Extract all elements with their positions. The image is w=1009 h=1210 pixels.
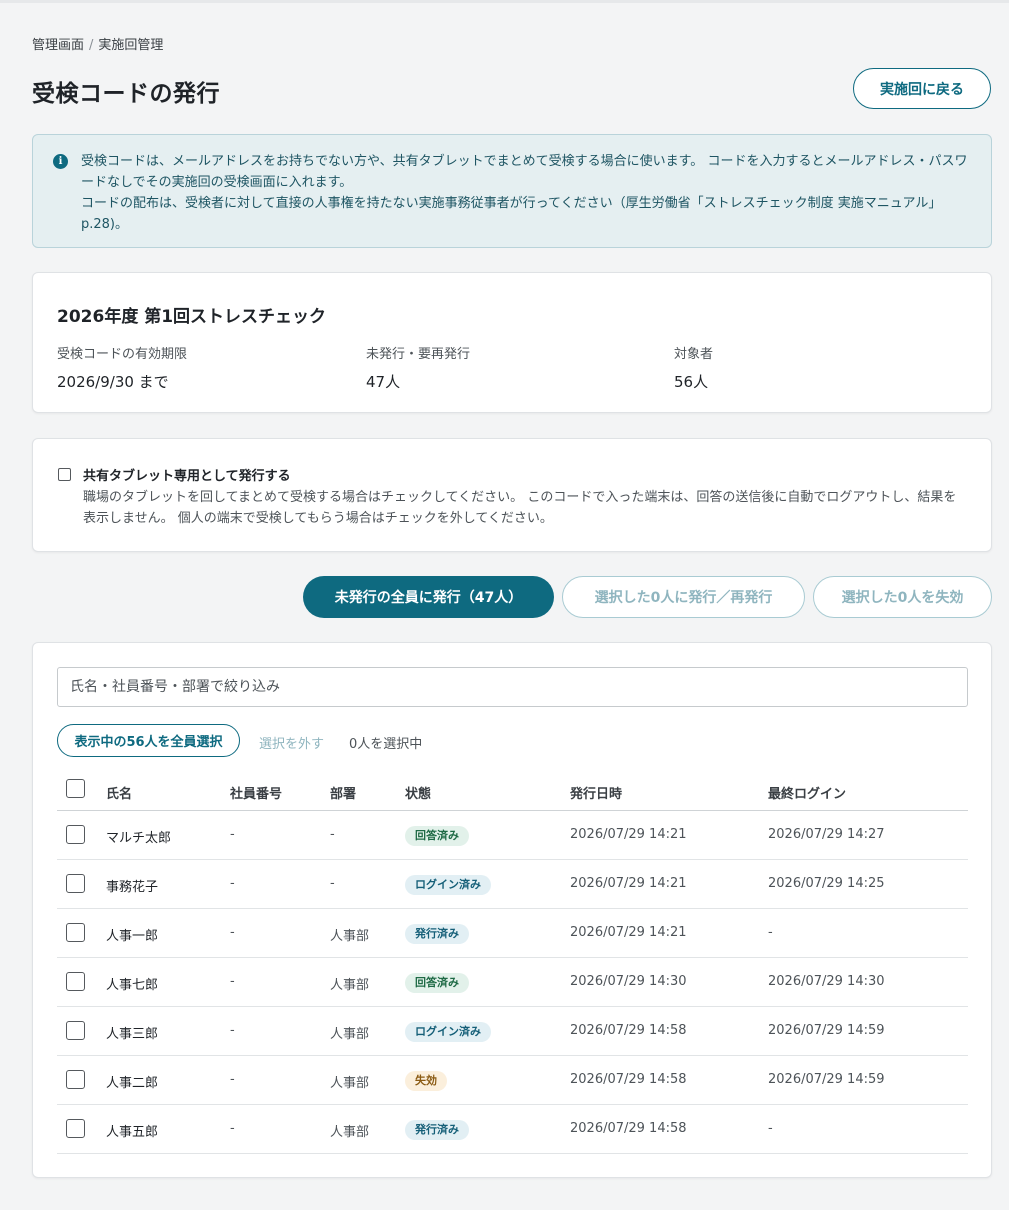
row-checkbox[interactable]: [66, 972, 85, 991]
stat-value: 56人: [674, 373, 709, 391]
cell-department: -: [330, 827, 335, 842]
cell-department: 人事部: [330, 978, 370, 993]
cell-last-login: -: [768, 925, 773, 940]
cell-issued-at: 2026/07/29 14:30: [570, 974, 687, 989]
clear-selection-link[interactable]: 選択を外す: [259, 733, 324, 752]
status-badge: 回答済み: [405, 826, 469, 846]
cell-issued-at: 2026/07/29 14:58: [570, 1121, 687, 1136]
cell-department: 人事部: [330, 1027, 370, 1042]
breadcrumb-item-admin[interactable]: 管理画面: [32, 38, 84, 53]
cell-department: -: [330, 876, 335, 891]
status-badge: 発行済み: [405, 1120, 469, 1140]
cell-name: 人事三郎: [106, 1027, 159, 1042]
cell-department: 人事部: [330, 929, 370, 944]
round-summary-card: 2026年度 第1回ストレスチェック 受検コードの有効期限 2026/9/30 …: [32, 272, 992, 413]
select-all-visible-button[interactable]: 表示中の56人を全員選択: [57, 724, 240, 757]
shared-tablet-checkbox[interactable]: [58, 468, 71, 481]
cell-name: 人事五郎: [106, 1125, 159, 1140]
status-badge: 発行済み: [405, 924, 469, 944]
row-checkbox[interactable]: [66, 1119, 85, 1138]
cell-last-login: 2026/07/29 14:59: [768, 1023, 885, 1038]
stat-value: 2026/9/30 まで: [57, 373, 169, 391]
cell-employee-no: -: [230, 925, 235, 940]
shared-tablet-description: 職場のタブレットを回してまとめて受検する場合はチェックしてください。 このコード…: [83, 490, 957, 526]
table-row[interactable]: マルチ太郎 - - 回答済み 2026/07/29 14:21 2026/07/29 14…: [57, 811, 968, 860]
header-select-all-checkbox[interactable]: [66, 779, 85, 798]
cell-employee-no: -: [230, 876, 235, 891]
row-checkbox[interactable]: [66, 923, 85, 942]
table-header: 氏名 社員番号 部署 状態 発行日時 最終ログイン: [57, 769, 968, 811]
status-badge: 回答済み: [405, 973, 469, 993]
column-header-last-login[interactable]: 最終ログイン: [768, 783, 846, 802]
cell-issued-at: 2026/07/29 14:58: [570, 1023, 687, 1038]
stat-label: 対象者: [674, 347, 714, 362]
column-header-status[interactable]: 状態: [405, 783, 431, 802]
back-to-round-button[interactable]: 実施回に戻る: [853, 68, 991, 109]
cell-name: 事務花子: [106, 880, 159, 895]
revoke-selected-button[interactable]: 選択した0人を失効: [813, 576, 992, 618]
breadcrumb-separator: /: [89, 38, 94, 53]
column-header-employee-no[interactable]: 社員番号: [230, 783, 282, 802]
cell-name: マルチ太郎: [106, 831, 172, 846]
filter-input[interactable]: 氏名・社員番号・部署で絞り込み: [57, 667, 968, 707]
cell-last-login: 2026/07/29 14:27: [768, 827, 885, 842]
info-notice: i 受検コードは、メールアドレスをお持ちでない方や、共有タブレットでまとめて受検…: [32, 134, 992, 248]
cell-issued-at: 2026/07/29 14:58: [570, 1072, 687, 1087]
cell-employee-no: -: [230, 1072, 235, 1087]
column-header-issued-at[interactable]: 発行日時: [570, 783, 622, 802]
breadcrumb-item-rounds[interactable]: 実施回管理: [98, 38, 163, 53]
cell-employee-no: -: [230, 827, 235, 842]
row-checkbox[interactable]: [66, 874, 85, 893]
table-row[interactable]: 事務花子 - - ログイン済み 2026/07/29 14:21 2026/07/29 1…: [57, 860, 968, 909]
cell-name: 人事七郎: [106, 978, 159, 993]
breadcrumb: 管理画面 / 実施回管理: [32, 34, 163, 53]
cell-department: 人事部: [330, 1076, 370, 1091]
examinee-list-card: 氏名・社員番号・部署で絞り込み 表示中の56人を全員選択 選択を外す 0人を選択…: [32, 642, 992, 1178]
stat-label: 受検コードの有効期限: [57, 347, 188, 362]
table-row[interactable]: 人事一郎 - 人事部 発行済み 2026/07/29 14:21 -: [57, 909, 968, 958]
cell-employee-no: -: [230, 974, 235, 989]
status-badge: ログイン済み: [405, 875, 491, 895]
cell-last-login: 2026/07/29 14:25: [768, 876, 885, 891]
info-line-1: 受検コードは、メールアドレスをお持ちでない方や、共有タブレットでまとめて受検する…: [81, 154, 968, 190]
column-header-name[interactable]: 氏名: [106, 783, 132, 802]
stat-label: 未発行・要再発行: [366, 347, 471, 362]
stat-unissued: 未発行・要再発行 47人: [366, 343, 470, 392]
row-checkbox[interactable]: [66, 1021, 85, 1040]
issue-selected-button[interactable]: 選択した0人に発行／再発行: [562, 576, 805, 618]
cell-last-login: -: [768, 1121, 773, 1136]
info-text: 受検コードは、メールアドレスをお持ちでない方や、共有タブレットでまとめて受検する…: [81, 151, 971, 235]
selected-count: 0人を選択中: [349, 737, 423, 752]
cell-last-login: 2026/07/29 14:59: [768, 1072, 885, 1087]
cell-name: 人事一郎: [106, 929, 159, 944]
column-header-department[interactable]: 部署: [330, 783, 356, 802]
shared-tablet-card: 共有タブレット専用として発行する 職場のタブレットを回してまとめて受検する場合は…: [32, 438, 992, 552]
cell-employee-no: -: [230, 1023, 235, 1038]
stat-expiry: 受検コードの有効期限 2026/9/30 まで: [57, 343, 187, 392]
cell-issued-at: 2026/07/29 14:21: [570, 925, 687, 940]
top-divider: [0, 0, 1009, 3]
row-checkbox[interactable]: [66, 1070, 85, 1089]
page-title: 受検コードの発行: [32, 81, 220, 107]
table-row[interactable]: 人事三郎 - 人事部 ログイン済み 2026/07/29 14:58 2026/07/29…: [57, 1007, 968, 1056]
cell-issued-at: 2026/07/29 14:21: [570, 827, 687, 842]
table-row[interactable]: 人事五郎 - 人事部 発行済み 2026/07/29 14:58 -: [57, 1105, 968, 1154]
status-badge: ログイン済み: [405, 1022, 491, 1042]
table-row[interactable]: 人事七郎 - 人事部 回答済み 2026/07/29 14:30 2026/07/29 1…: [57, 958, 968, 1007]
info-icon: i: [53, 154, 68, 169]
table-row[interactable]: 人事二郎 - 人事部 失効 2026/07/29 14:58 2026/07/29 14:…: [57, 1056, 968, 1105]
stat-targets: 対象者 56人: [674, 343, 713, 392]
row-checkbox[interactable]: [66, 825, 85, 844]
cell-department: 人事部: [330, 1125, 370, 1140]
cell-last-login: 2026/07/29 14:30: [768, 974, 885, 989]
stat-value: 47人: [366, 373, 401, 391]
status-badge: 失効: [405, 1071, 447, 1091]
cell-employee-no: -: [230, 1121, 235, 1136]
cell-issued-at: 2026/07/29 14:21: [570, 876, 687, 891]
round-title: 2026年度 第1回ストレスチェック: [57, 307, 327, 327]
shared-tablet-label[interactable]: 共有タブレット専用として発行する: [83, 465, 291, 484]
cell-name: 人事二郎: [106, 1076, 159, 1091]
issue-all-button[interactable]: 未発行の全員に発行（47人）: [303, 576, 554, 618]
info-line-2: コードの配布は、受検者に対して直接の人事権を持たない実施事務従事者が行ってくださ…: [81, 196, 942, 232]
